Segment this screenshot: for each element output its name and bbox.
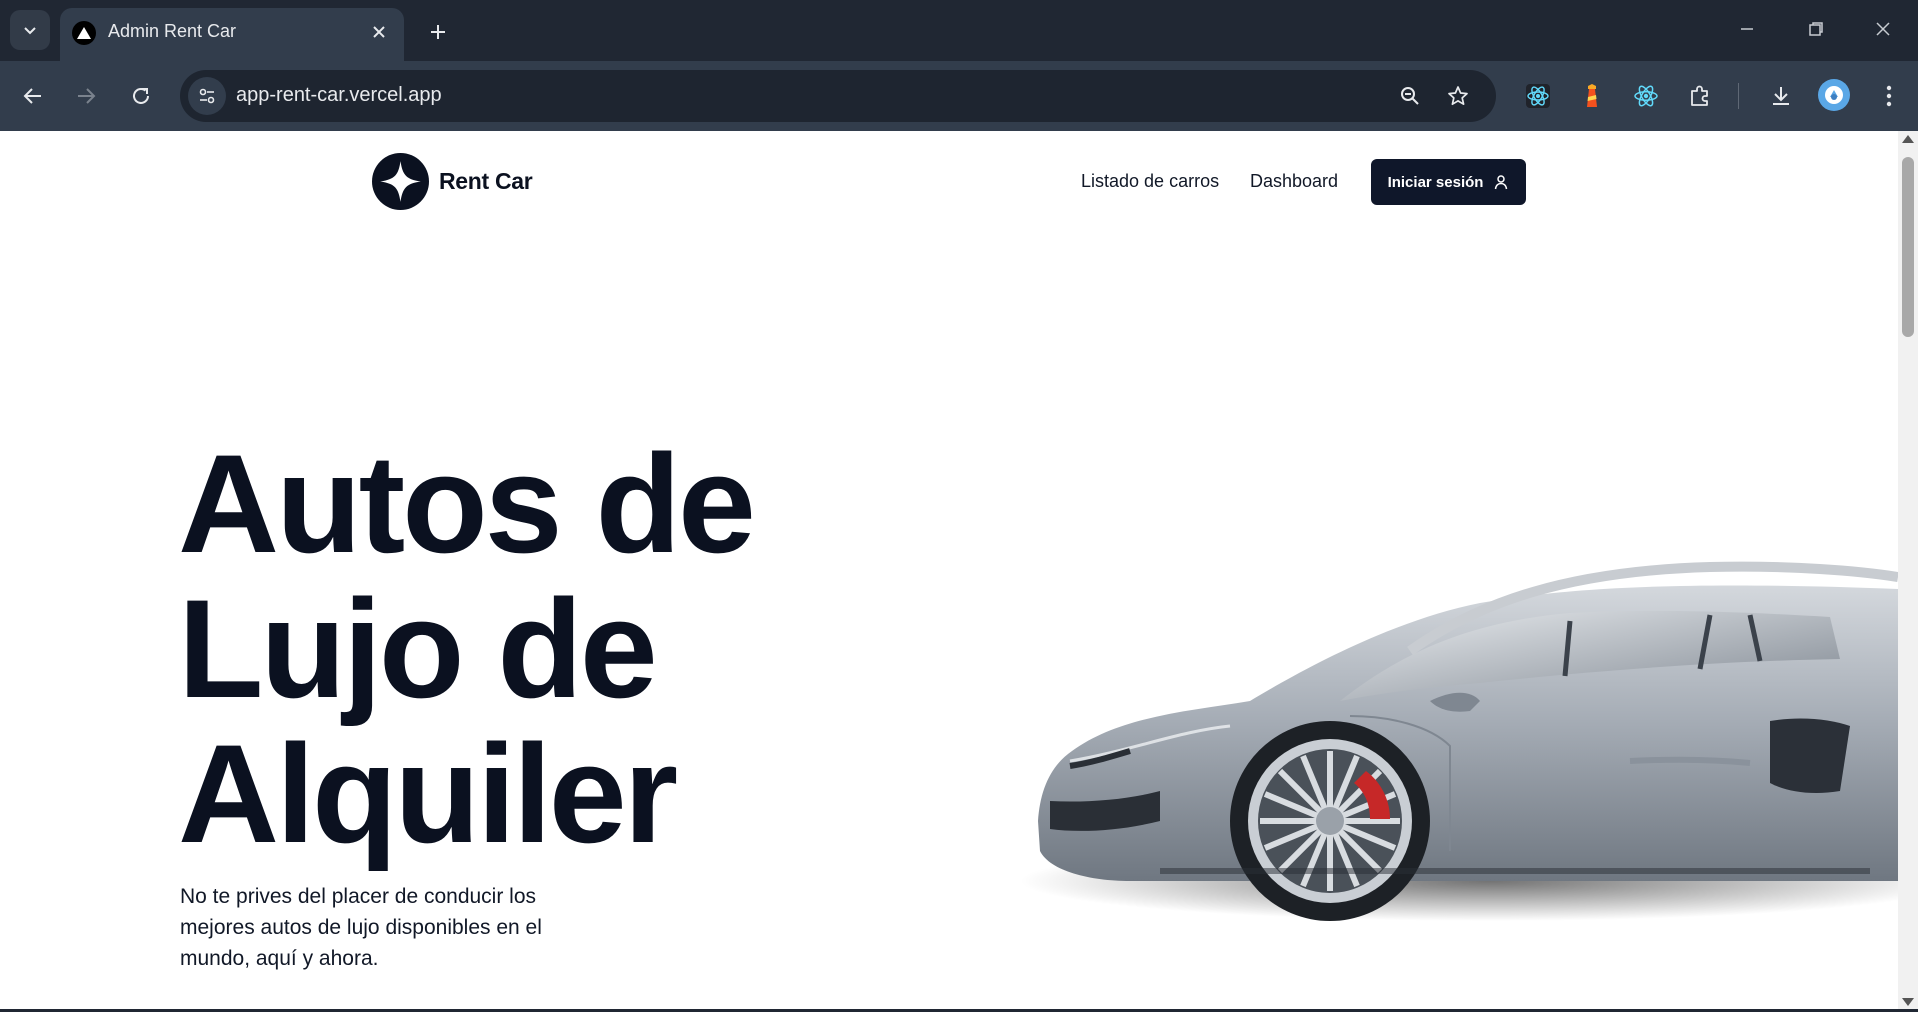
- page-scrollbar[interactable]: [1898, 131, 1918, 1010]
- react-devtools-icon[interactable]: [1521, 79, 1555, 113]
- scroll-up-arrow-icon[interactable]: [1902, 135, 1914, 143]
- tab-title: Admin Rent Car: [108, 21, 237, 41]
- scroll-down-arrow-icon[interactable]: [1902, 998, 1914, 1006]
- chevron-down-icon: [24, 27, 36, 35]
- page-viewport: Rent Car Listado de carros Dashboard Ini…: [0, 131, 1898, 1010]
- site-logo[interactable]: Rent Car: [372, 153, 533, 210]
- address-bar[interactable]: app-rent-car.vercel.app: [180, 70, 1496, 122]
- star-icon[interactable]: [1444, 82, 1472, 110]
- plus-icon[interactable]: [422, 16, 454, 48]
- extensions-icon[interactable]: [1683, 79, 1717, 113]
- forward-icon[interactable]: [67, 77, 105, 115]
- vercel-favicon-icon: [72, 21, 96, 45]
- reload-icon[interactable]: [122, 77, 160, 115]
- active-tab[interactable]: Admin Rent Car: [60, 8, 404, 61]
- hero-subtitle: No te prives del placer de conducir los …: [180, 885, 542, 970]
- close-window-icon[interactable]: [1866, 14, 1900, 44]
- login-button[interactable]: Iniciar sesión: [1371, 159, 1526, 205]
- nav-link-listado[interactable]: Listado de carros: [1081, 171, 1219, 192]
- menu-icon[interactable]: [1872, 79, 1906, 113]
- tab-strip: Admin Rent Car: [0, 0, 1918, 61]
- toolbar-divider: [1738, 83, 1739, 109]
- hero-title-line-3: Alquiler: [178, 715, 678, 872]
- user-icon: [1495, 175, 1508, 190]
- hero-car-image: [1020, 561, 1898, 921]
- logo-mark-icon: [372, 153, 429, 210]
- back-icon[interactable]: [14, 77, 52, 115]
- zoom-icon[interactable]: [1396, 82, 1424, 110]
- hero-title-line-2: Lujo de: [178, 570, 658, 727]
- restore-icon[interactable]: [1799, 14, 1833, 44]
- react-icon[interactable]: [1629, 79, 1663, 113]
- close-icon[interactable]: [368, 21, 390, 43]
- login-button-label: Iniciar sesión: [1387, 173, 1484, 191]
- browser-chrome: Admin Rent Car app-rent-car.vercel.app: [0, 0, 1918, 131]
- url-text: app-rent-car.vercel.app: [236, 84, 442, 106]
- hero-title-line-1: Autos de: [178, 425, 756, 582]
- scroll-thumb[interactable]: [1902, 157, 1914, 337]
- logo-text: Rent Car: [439, 168, 533, 194]
- nav-link-dashboard[interactable]: Dashboard: [1250, 171, 1338, 192]
- browser-toolbar: app-rent-car.vercel.app: [0, 61, 1918, 131]
- download-icon[interactable]: [1764, 79, 1798, 113]
- profile-icon[interactable]: [1818, 79, 1850, 111]
- site-info-icon[interactable]: [188, 77, 226, 115]
- lighthouse-icon[interactable]: [1575, 79, 1609, 113]
- hero-title: Autos de Lujo de Alquiler: [178, 431, 878, 866]
- tab-search-button[interactable]: [10, 10, 50, 50]
- minimize-icon[interactable]: [1730, 14, 1764, 44]
